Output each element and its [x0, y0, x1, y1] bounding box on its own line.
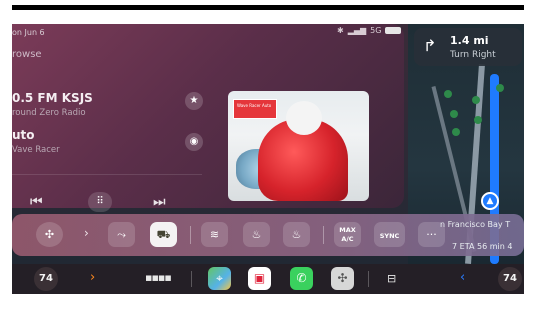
status-indicators: ✱ ▂▄▆ 5G [337, 26, 402, 35]
top-border [12, 5, 524, 10]
app-grid-button[interactable]: ⠿ [88, 192, 112, 212]
maps-app-icon[interactable]: ⌖ [208, 267, 231, 290]
previous-track-button[interactable]: ⏮ [30, 194, 43, 210]
skip-back-icon: ⏮ [30, 194, 43, 210]
airflow-mode-button[interactable]: ⤳ [108, 222, 135, 247]
trip-summary: 7 ETA 56 min 4 [452, 242, 512, 251]
radio-app-icon[interactable]: ▣ [248, 267, 271, 290]
skip-forward-icon: ⏭ [153, 194, 166, 210]
trip-duration: 56 min [476, 242, 505, 251]
current-street: n Francisco Bay T [440, 220, 511, 229]
fan-button[interactable]: ✣ [36, 222, 63, 247]
driver-temp-button[interactable]: 74 [34, 267, 58, 291]
seat-heat-icon: ♨ [251, 228, 262, 241]
bluetooth-icon: ✱ [337, 26, 344, 35]
defrost-button[interactable]: ≋ [201, 222, 228, 247]
media-divider [12, 174, 202, 175]
map-tree-icon [450, 110, 458, 118]
star-icon: ★ [189, 95, 199, 106]
map-tree-icon [472, 96, 480, 104]
sync-button[interactable]: SYNC [374, 222, 405, 247]
trip-extra: 4 [507, 242, 513, 251]
station-title[interactable]: uto [12, 128, 35, 142]
defrost-icon: ≋ [209, 228, 220, 241]
max-ac-button[interactable]: MAX A/C [334, 222, 361, 247]
media-card: on Jun 6 ✱ ▂▄▆ 5G rowse 0.5 FM KSJS roun… [12, 24, 404, 212]
grid-icon: ⠿ [96, 196, 104, 207]
chevron-right-icon[interactable]: › [90, 270, 95, 285]
climate-divider [190, 226, 191, 244]
signal-bars-icon: ▂▄▆ [347, 26, 367, 35]
phone-app-icon[interactable]: ✆ [290, 267, 313, 290]
climate-app-icon[interactable]: ✣ [331, 267, 354, 290]
screenshot-frame: on Jun 6 ✱ ▂▄▆ 5G rowse 0.5 FM KSJS roun… [0, 0, 534, 311]
speaker-icon: ◉ [189, 136, 199, 147]
toggle-icon[interactable]: ⊟ [387, 272, 396, 285]
app-grid-icon[interactable]: ▪▪▪▪ [145, 271, 172, 284]
seat-heat-passenger-button[interactable]: ♨ [283, 222, 310, 247]
navigation-arrow-icon: ▲ [481, 192, 499, 210]
station-subtitle: Vave Racer [12, 145, 60, 155]
map-tree-icon [496, 84, 504, 92]
station-title[interactable]: 0.5 FM KSJS [12, 91, 93, 105]
dock-bar: 74 › ▪▪▪▪ ⌖ ▣ ✆ ✣ ⊟ ‹ 74 [12, 264, 524, 294]
map-tree-icon [474, 116, 482, 124]
map-tree-icon [452, 128, 460, 136]
eta-value: 7 ETA [452, 242, 475, 251]
turn-distance: 1.4 mi [450, 34, 489, 47]
turn-direction: Turn Right [450, 50, 496, 60]
fan-icon: ✣ [44, 228, 55, 241]
more-dots-icon: ··· [426, 228, 437, 241]
car-recirculate-icon: ⛟ [156, 228, 171, 241]
climate-divider [323, 226, 324, 244]
carplay-screen: on Jun 6 ✱ ▂▄▆ 5G rowse 0.5 FM KSJS roun… [12, 24, 524, 294]
audio-output-button[interactable]: ◉ [185, 133, 203, 151]
dock-divider [191, 271, 192, 287]
chevron-right-icon[interactable]: › [84, 226, 89, 240]
seat-heat-driver-button[interactable]: ♨ [243, 222, 270, 247]
turn-right-icon: ↱ [423, 36, 437, 55]
chevron-left-icon[interactable]: ‹ [460, 270, 465, 285]
map-tree-icon [444, 90, 452, 98]
browse-link[interactable]: rowse [12, 49, 42, 60]
album-art[interactable]: Wave Racer Auto [228, 91, 369, 201]
recirculate-button[interactable]: ⛟ [150, 222, 177, 247]
airflow-icon: ⤳ [117, 228, 126, 241]
signal-label: 5G [370, 26, 382, 35]
max-ac-label: MAX A/C [339, 226, 356, 243]
dock-divider [368, 271, 369, 287]
favorite-star-button[interactable]: ★ [185, 92, 203, 110]
battery-icon [385, 27, 402, 34]
passenger-temp-button[interactable]: 74 [498, 267, 522, 291]
station-subtitle: round Zero Radio [12, 108, 86, 118]
turn-instruction-panel[interactable]: ↱ 1.4 mi Turn Right [414, 28, 522, 66]
status-date: on Jun 6 [12, 28, 45, 37]
seat-vent-icon: ♨ [291, 228, 302, 241]
next-track-button[interactable]: ⏭ [153, 194, 166, 210]
album-art-tag: Wave Racer Auto [233, 99, 277, 119]
album-art-shape [286, 101, 322, 135]
sync-label: SYNC [379, 232, 400, 240]
